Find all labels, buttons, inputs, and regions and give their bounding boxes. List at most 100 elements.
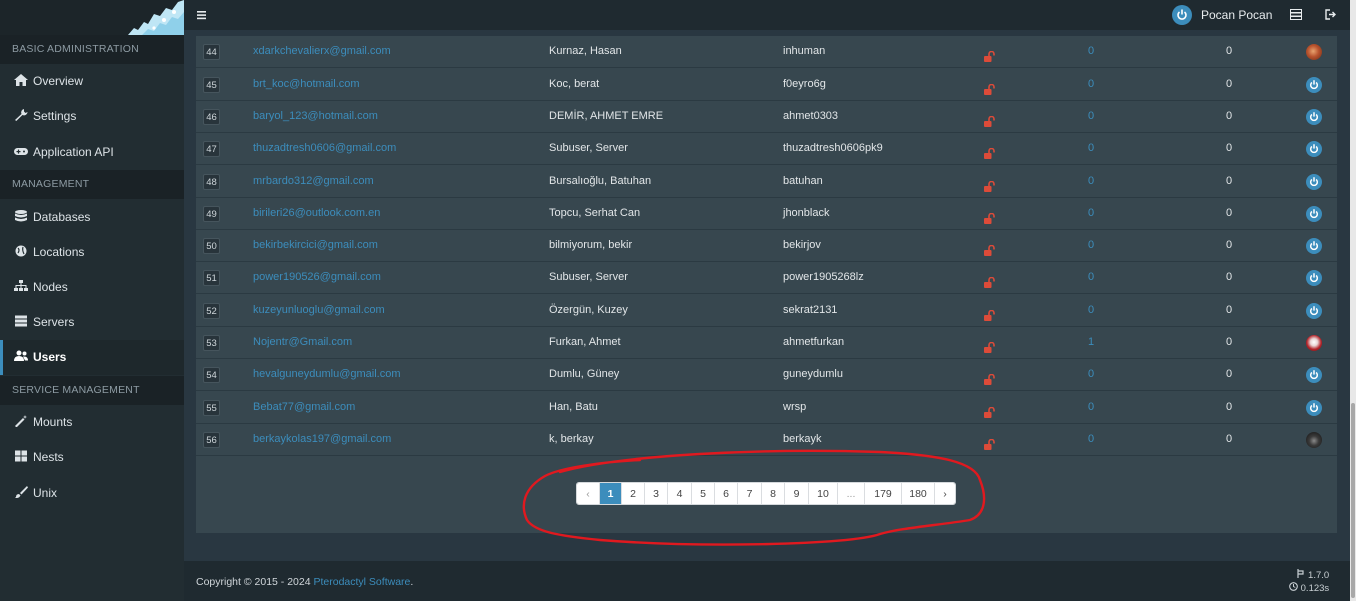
- user-email-link[interactable]: kuzeyunluoglu@gmail.com: [253, 295, 385, 326]
- avatar: [1172, 5, 1192, 25]
- unlock-icon: [983, 207, 995, 224]
- sidebar-item-application-api[interactable]: Application API: [0, 135, 184, 170]
- avatar: [1306, 400, 1322, 416]
- user-server-count[interactable]: 1: [1085, 327, 1097, 358]
- user-email-link[interactable]: Nojentr@Gmail.com: [253, 327, 352, 358]
- sidebar-item-unix[interactable]: Unix: [0, 476, 184, 511]
- user-server-count[interactable]: 0: [1085, 424, 1097, 455]
- user-email-link[interactable]: hevalguneydumlu@gmail.com: [253, 359, 401, 390]
- section-basic-administration: BASIC ADMINISTRATION: [0, 35, 184, 64]
- user-email-link[interactable]: berkaykolas197@gmail.com: [253, 424, 391, 455]
- user-email-link[interactable]: bekirbekircici@gmail.com: [253, 230, 378, 261]
- user-email-link[interactable]: thuzadtresh0606@gmail.com: [253, 133, 396, 164]
- pagination-page-9[interactable]: 9: [784, 483, 808, 504]
- pagination-page-2[interactable]: 2: [621, 483, 644, 504]
- pagination-next[interactable]: ›: [934, 483, 955, 504]
- user-server-count[interactable]: 0: [1085, 295, 1097, 326]
- pagination-page-1[interactable]: 1: [599, 483, 621, 504]
- user-email-link[interactable]: power190526@gmail.com: [253, 262, 381, 293]
- user-username: berkayk: [783, 433, 822, 445]
- user-full-name: Koc, berat: [549, 78, 600, 90]
- user-server-count[interactable]: 0: [1085, 359, 1097, 390]
- sidebar-item-databases[interactable]: Databases: [0, 200, 184, 235]
- avatar: [1306, 109, 1322, 125]
- user-server-count[interactable]: 0: [1085, 230, 1097, 261]
- user-menu[interactable]: Pocan Pocan: [1172, 5, 1272, 25]
- user-server-count[interactable]: 0: [1085, 262, 1097, 293]
- sidebar-item-overview[interactable]: Overview: [0, 64, 184, 99]
- pagination-prev[interactable]: ‹: [577, 483, 599, 504]
- paint-brush-icon: [15, 486, 28, 498]
- table-row: 50 bekirbekircici@gmail.com bilmiyorum, be…: [196, 230, 1337, 263]
- sidebar-item-nests[interactable]: Nests: [0, 440, 184, 475]
- pagination: ‹ 1 2 3 4 5 6 7 8 9 10 ... 179 180 ›: [576, 482, 956, 505]
- pagination-page-3[interactable]: 3: [644, 483, 667, 504]
- unlock-icon: [983, 271, 995, 288]
- user-email-link[interactable]: xdarkchevalierx@gmail.com: [253, 36, 391, 67]
- user-server-count[interactable]: 0: [1085, 198, 1097, 229]
- table-row: 55 Bebat77@gmail.com Han, Batu wrsp 0 0: [196, 392, 1337, 425]
- sidebar-item-users[interactable]: Users: [0, 340, 184, 375]
- user-full-name: Subuser, Server: [549, 142, 628, 154]
- pterodactyl-link[interactable]: Pterodactyl Software: [313, 576, 410, 588]
- user-id: 47: [203, 141, 220, 157]
- sidebar-item-settings[interactable]: Settings: [0, 99, 184, 134]
- user-email-link[interactable]: Bebat77@gmail.com: [253, 392, 355, 423]
- logout-icon[interactable]: [1325, 9, 1337, 20]
- sidebar-item-nodes[interactable]: Nodes: [0, 270, 184, 305]
- pagination-ellipsis: ...: [837, 483, 864, 504]
- sidebar-item-label: Users: [33, 350, 67, 364]
- pagination-page-180[interactable]: 180: [901, 483, 934, 504]
- avatar: [1306, 367, 1322, 383]
- pagination-page-5[interactable]: 5: [691, 483, 714, 504]
- user-email-link[interactable]: birileri26@outlook.com.en: [253, 198, 380, 229]
- copyright: Copyright © 2015 - 2024 Pterodactyl Soft…: [196, 576, 413, 588]
- pagination-page-4[interactable]: 4: [667, 483, 691, 504]
- user-email-link[interactable]: brt_koc@hotmail.com: [253, 69, 360, 100]
- logo[interactable]: [0, 0, 184, 35]
- user-full-name: Subuser, Server: [549, 271, 628, 283]
- sidebar-item-locations[interactable]: Locations: [0, 235, 184, 270]
- user-email-link[interactable]: baryol_123@hotmail.com: [253, 101, 378, 132]
- user-subuser-count: 0: [1225, 433, 1233, 445]
- scrollbar-thumb[interactable]: [1351, 403, 1355, 598]
- avatar: [1306, 44, 1322, 60]
- unlock-icon: [983, 45, 995, 62]
- user-id: 55: [203, 400, 220, 416]
- user-server-count[interactable]: 0: [1085, 101, 1097, 132]
- user-username: thuzadtresh0606pk9: [783, 142, 883, 154]
- pagination-page-6[interactable]: 6: [714, 483, 737, 504]
- server-view-icon[interactable]: [1290, 9, 1302, 20]
- user-id: 50: [203, 238, 220, 254]
- user-username: sekrat2131: [783, 304, 838, 316]
- pagination-page-8[interactable]: 8: [761, 483, 784, 504]
- user-subuser-count: 0: [1225, 304, 1233, 316]
- unlock-icon: [983, 142, 995, 159]
- user-id: 45: [203, 77, 220, 93]
- user-subuser-count: 0: [1225, 142, 1233, 154]
- pagination-page-179[interactable]: 179: [864, 483, 901, 504]
- gamepad-icon: [14, 148, 28, 155]
- user-server-count[interactable]: 0: [1085, 166, 1097, 197]
- user-username: ahmet0303: [783, 110, 839, 122]
- table-row: 56 berkaykolas197@gmail.com k, berkay berka…: [196, 424, 1337, 457]
- sidebar-item-servers[interactable]: Servers: [0, 305, 184, 340]
- sidebar-item-mounts[interactable]: Mounts: [0, 405, 184, 440]
- hamburger-menu-icon[interactable]: [196, 8, 208, 22]
- avatar: [1306, 206, 1322, 222]
- user-server-count[interactable]: 0: [1085, 36, 1097, 67]
- unlock-icon: [983, 110, 995, 127]
- pagination-page-10[interactable]: 10: [808, 483, 837, 504]
- user-subuser-count: 0: [1225, 271, 1233, 283]
- avatar: [1306, 432, 1322, 448]
- sidebar-item-label: Servers: [33, 315, 75, 329]
- sidebar-item-label: Unix: [33, 486, 58, 500]
- user-username: batuhan: [783, 175, 823, 187]
- pagination-page-7[interactable]: 7: [737, 483, 761, 504]
- user-server-count[interactable]: 0: [1085, 69, 1097, 100]
- user-server-count[interactable]: 0: [1085, 392, 1097, 423]
- footer: Copyright © 2015 - 2024 Pterodactyl Soft…: [184, 561, 1350, 601]
- user-server-count[interactable]: 0: [1085, 133, 1097, 164]
- avatar: [1306, 270, 1322, 286]
- user-email-link[interactable]: mrbardo312@gmail.com: [253, 166, 374, 197]
